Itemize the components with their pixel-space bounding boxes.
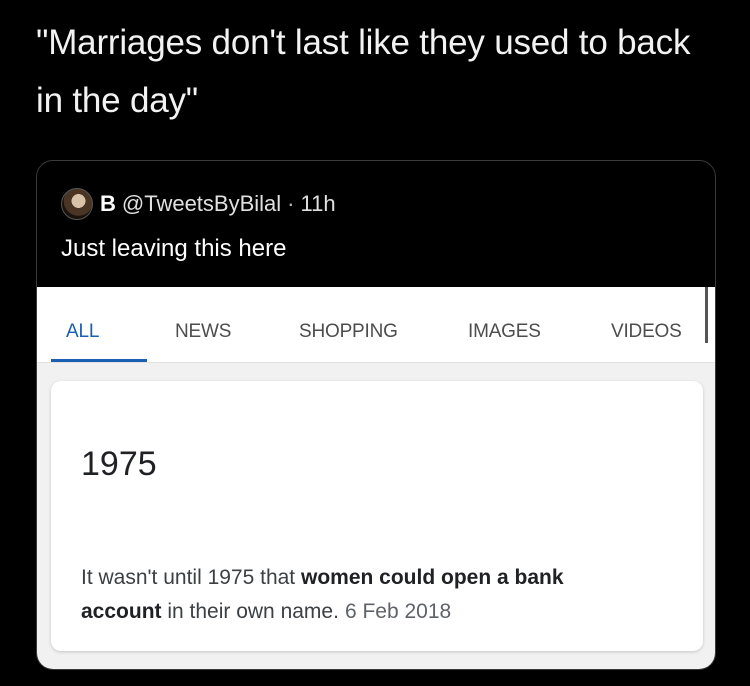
- author-handle[interactable]: @TweetsByBilal: [122, 191, 281, 217]
- featured-snippet-card[interactable]: 1975 It wasn't until 1975 that women cou…: [51, 381, 703, 651]
- snippet-bold-2: account: [81, 600, 162, 623]
- quoted-tweet-card[interactable]: B @TweetsByBilal · 11h Just leaving this…: [36, 160, 716, 670]
- snippet-answer: 1975: [81, 445, 157, 483]
- quoted-tweet-text: Just leaving this here: [61, 235, 287, 262]
- tab-all[interactable]: ALL: [66, 321, 99, 343]
- tab-shopping[interactable]: SHOPPING: [299, 321, 398, 343]
- separator-dot: ·: [287, 191, 295, 216]
- snippet-text-start: It wasn't until 1975 that: [81, 566, 301, 589]
- tab-images[interactable]: IMAGES: [468, 321, 541, 343]
- avatar[interactable]: [61, 188, 93, 220]
- quoted-tweet-header: B @TweetsByBilal · 11h: [61, 185, 336, 223]
- author-name[interactable]: B: [100, 191, 116, 217]
- search-screenshot: ALL NEWS SHOPPING IMAGES VIDEOS 1975 It …: [37, 287, 715, 669]
- tab-videos[interactable]: VIDEOS: [611, 321, 682, 343]
- search-tab-bar: ALL NEWS SHOPPING IMAGES VIDEOS: [37, 287, 715, 363]
- active-tab-indicator: [51, 359, 147, 362]
- post-text: "Marriages don't last like they used to …: [36, 23, 691, 120]
- timestamp: 11h: [300, 191, 336, 216]
- snippet-text: It wasn't until 1975 that women could op…: [81, 561, 691, 629]
- tab-scroll-edge: [705, 287, 708, 343]
- snippet-date: 6 Feb 2018: [344, 600, 452, 623]
- tab-news[interactable]: NEWS: [175, 321, 231, 343]
- snippet-bold-1: women could open a bank: [300, 566, 564, 589]
- snippet-text-end: in their own name.: [161, 600, 339, 623]
